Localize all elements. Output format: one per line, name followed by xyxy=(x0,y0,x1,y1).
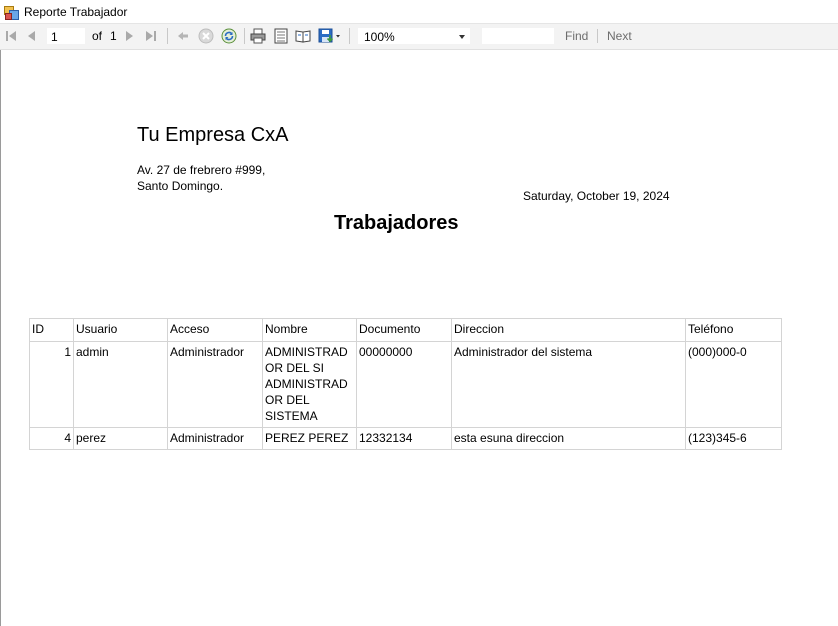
address-line-1: Av. 27 de frebrero #999, xyxy=(137,163,266,177)
print-layout-icon[interactable] xyxy=(272,28,290,44)
next-page-icon[interactable] xyxy=(122,28,136,44)
zoom-select[interactable]: 100% xyxy=(357,27,471,45)
cell-id: 4 xyxy=(29,427,74,450)
table-row: 1 admin Administrador ADMINISTRAD OR DEL… xyxy=(29,341,782,428)
of-label: of xyxy=(92,29,103,43)
cell-usuario: admin xyxy=(73,341,168,428)
cell-documento: 12332134 xyxy=(356,427,452,450)
export-icon[interactable] xyxy=(317,28,343,44)
zoom-value: 100% xyxy=(364,30,395,44)
title-bar: Reporte Trabajador xyxy=(0,0,838,24)
cell-usuario: perez xyxy=(73,427,168,450)
page-setup-icon[interactable] xyxy=(294,28,312,44)
column-header-usuario: Usuario xyxy=(73,318,168,342)
report-title: Trabajadores xyxy=(334,212,459,234)
column-header-nombre: Nombre xyxy=(262,318,357,342)
find-button[interactable]: Find xyxy=(565,29,588,43)
column-header-id: ID xyxy=(29,318,74,342)
chevron-down-icon xyxy=(459,35,465,39)
table-header-row: ID Usuario Acceso Nombre Documento Direc… xyxy=(29,318,782,342)
stop-icon[interactable] xyxy=(197,28,215,44)
cell-telefono: (123)345-6 xyxy=(685,427,782,450)
column-header-documento: Documento xyxy=(356,318,452,342)
report-viewer[interactable]: Tu Empresa CxA Av. 27 de frebrero #999, … xyxy=(0,50,838,626)
address-line-2: Santo Domingo. xyxy=(137,179,224,193)
find-input[interactable] xyxy=(481,27,555,45)
print-icon[interactable] xyxy=(249,28,267,44)
cell-nombre: ADMINISTRAD OR DEL SI ADMINISTRAD OR DEL… xyxy=(262,341,357,428)
report-date: Saturday, October 19, 2024 xyxy=(523,189,670,203)
cell-id: 1 xyxy=(29,341,74,428)
total-pages: 1 xyxy=(110,29,117,43)
cell-telefono: (000)000-0 xyxy=(685,341,782,428)
table-row: 4 perez Administrador PEREZ PEREZ 123321… xyxy=(29,427,782,450)
workers-table: ID Usuario Acceso Nombre Documento Direc… xyxy=(29,318,782,450)
last-page-icon[interactable] xyxy=(144,28,158,44)
column-header-direccion: Direccion xyxy=(451,318,686,342)
cell-direccion: Administrador del sistema xyxy=(451,341,686,428)
previous-page-icon[interactable] xyxy=(25,28,39,44)
company-name: Tu Empresa CxA xyxy=(137,124,289,146)
app-icon xyxy=(3,4,19,20)
next-button[interactable]: Next xyxy=(607,29,632,43)
window-title: Reporte Trabajador xyxy=(24,4,128,19)
refresh-icon[interactable] xyxy=(220,28,238,44)
cell-nombre: PEREZ PEREZ xyxy=(262,427,357,450)
cell-acceso: Administrador xyxy=(167,427,263,450)
report-toolbar: 1 of 1 100% Find Next xyxy=(0,24,838,50)
column-header-telefono: Teléfono xyxy=(685,318,782,342)
first-page-icon[interactable] xyxy=(4,28,18,44)
current-page-input[interactable]: 1 xyxy=(46,27,86,45)
back-icon[interactable] xyxy=(175,28,191,44)
cell-direccion: esta esuna direccion xyxy=(451,427,686,450)
cell-acceso: Administrador xyxy=(167,341,263,428)
cell-documento: 00000000 xyxy=(356,341,452,428)
column-header-acceso: Acceso xyxy=(167,318,263,342)
